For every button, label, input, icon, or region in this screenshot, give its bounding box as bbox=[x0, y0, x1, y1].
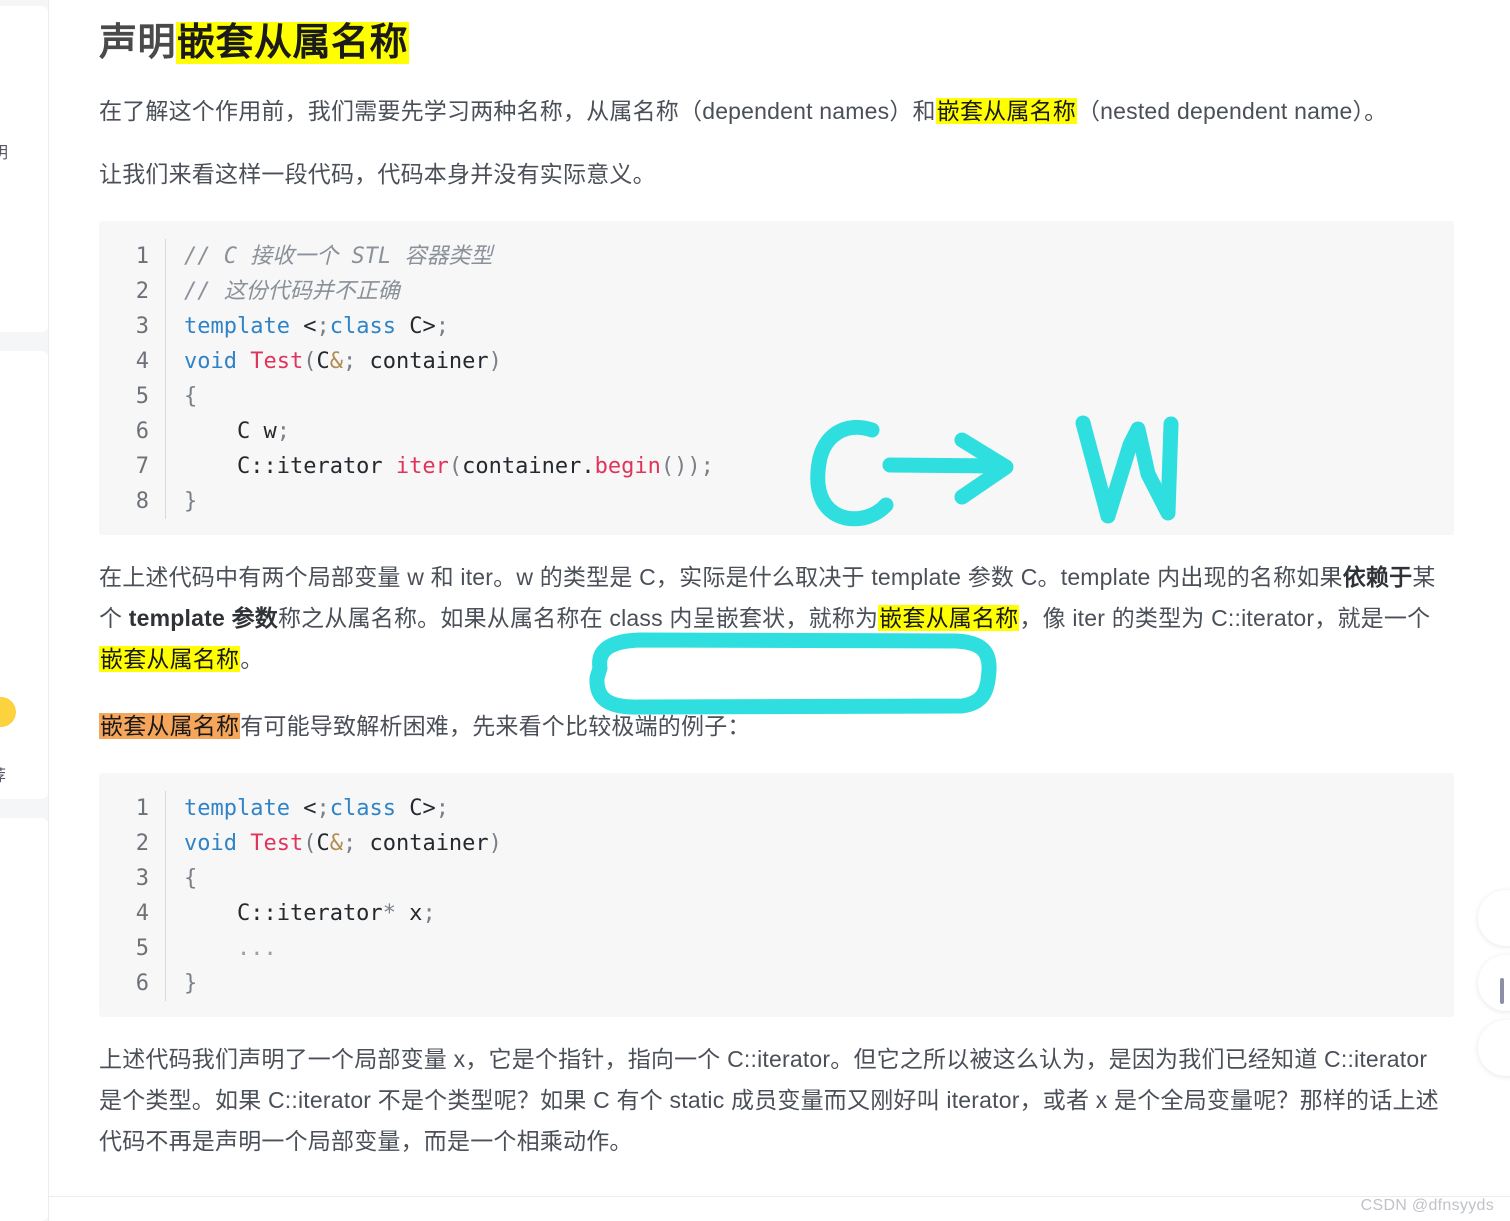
sidebar-card-bottom[interactable] bbox=[0, 818, 49, 1221]
code-line-number: 2 bbox=[135, 279, 149, 305]
paragraph-lead-in: 让我们来看这样一段代码，代码本身并没有实际意义。 bbox=[99, 161, 656, 188]
code-line: 6} bbox=[99, 966, 1454, 1002]
code-line-number: 8 bbox=[135, 489, 149, 515]
watermark-label: CSDN @dfnsyyds bbox=[1360, 1197, 1494, 1214]
code-line: 1 template <;class C>; bbox=[99, 791, 1454, 827]
code-line: 2 // 这份代码并不正确 bbox=[99, 274, 1454, 310]
code-line-number: 3 bbox=[135, 866, 149, 892]
paragraph-intro: 在了解这个作用前，我们需要先学习两种名称，从属名称（dependent name… bbox=[99, 69, 1454, 132]
paragraph-explanation-bold-2: template 参数 bbox=[128, 605, 278, 632]
sidebar-clipped-label-2[interactable]: 荐 bbox=[0, 762, 6, 786]
article-container: 声明嵌套从属名称 在了解这个作用前，我们需要先学习两种名称，从属名称（depen… bbox=[49, 0, 1510, 1221]
code-line-number: 4 bbox=[135, 349, 149, 375]
paragraph-explanation-part-4: ，像 iter 的类型为 C::iterator，就是一个 bbox=[1019, 605, 1431, 632]
code-line-number: 3 bbox=[135, 314, 149, 340]
code-line-content: } bbox=[165, 484, 1454, 520]
code-line: 8} bbox=[99, 484, 1454, 520]
paragraph-intro-part-1: 在了解这个作用前，我们需要先学习两种名称，从属名称（dependent name… bbox=[99, 98, 936, 125]
paragraph-explanation-part-1: 在上述代码中有两个局部变量 w 和 iter。w 的类型是 C，实际是什么取决于… bbox=[99, 564, 1343, 591]
code-block-second[interactable]: 1 template <;class C>; 2 void Test(C&; cont… bbox=[99, 773, 1454, 1018]
code-line: 5{ bbox=[99, 379, 1454, 415]
paragraph-intro-highlight: 嵌套从属名称 bbox=[935, 98, 1077, 125]
code-line: 4 C::iterator* x; bbox=[99, 896, 1454, 932]
paragraph-example-part-1: 有可能导致解析困难，先来看个比较极端的例子： bbox=[240, 713, 751, 740]
left-sidebar-rail: 明 荐 bbox=[0, 0, 49, 1221]
code-line-content: C::iterator iter(container.begin()); bbox=[165, 449, 1454, 485]
page-title-highlight: 嵌套从属名称 bbox=[176, 22, 410, 64]
code-line-number: 6 bbox=[135, 419, 149, 445]
code-line-number: 7 bbox=[135, 454, 149, 480]
code-line-content: void Test(C&; container) bbox=[165, 826, 1454, 862]
code-line-number: 4 bbox=[135, 901, 149, 927]
sidebar-clipped-label-1[interactable]: 明 bbox=[0, 139, 8, 163]
floating-scroll-indicator[interactable] bbox=[1500, 978, 1504, 1004]
paragraph-intro-part-2: （nested dependent name）。 bbox=[1076, 98, 1388, 125]
sidebar-card-top[interactable] bbox=[0, 6, 49, 332]
code-line-content: ... bbox=[165, 931, 1454, 967]
code-line: 3 template <;class C>; bbox=[99, 309, 1454, 345]
code-line: 7 C::iterator iter(container.begin()); bbox=[99, 449, 1454, 485]
paragraph-explanation-part-3: 称之从属名称。如果从属名称在 class 内呈嵌套状，就称为 bbox=[277, 605, 879, 632]
code-line: 3{ bbox=[99, 861, 1454, 897]
code-line-content: template <;class C>; bbox=[165, 309, 1454, 345]
paragraph-explanation-bold-1: 依赖于 bbox=[1342, 564, 1413, 591]
code-block-first[interactable]: 1 // C 接收一个 STL 容器类型 2 // 这份代码并不正确 3 template… bbox=[99, 221, 1454, 536]
code-line: 5 ... bbox=[99, 931, 1454, 967]
code-line: 1 // C 接收一个 STL 容器类型 bbox=[99, 239, 1454, 275]
paragraph-example-highlight: 嵌套从属名称 bbox=[99, 713, 241, 740]
code-line-content: } bbox=[165, 966, 1454, 1002]
code-line-content: // C 接收一个 STL 容器类型 bbox=[165, 239, 1454, 275]
paragraph-explanation: 在上述代码中有两个局部变量 w 和 iter。w 的类型是 C，实际是什么取决于… bbox=[99, 535, 1454, 680]
code-line-content: template <;class C>; bbox=[165, 791, 1454, 827]
code-line-number: 1 bbox=[135, 244, 149, 270]
code-line-content: C::iterator* x; bbox=[165, 896, 1454, 932]
code-line-number: 5 bbox=[135, 936, 149, 962]
paragraph-explanation-highlight-1: 嵌套从属名称 bbox=[878, 605, 1020, 632]
code-line-content: { bbox=[165, 379, 1454, 415]
code-line: 4 void Test(C&; container) bbox=[99, 344, 1454, 380]
code-line-number: 6 bbox=[135, 971, 149, 997]
code-line-number: 5 bbox=[135, 384, 149, 410]
code-line: 2 void Test(C&; container) bbox=[99, 826, 1454, 862]
code-line-content: C w; bbox=[165, 414, 1454, 450]
paragraph-explanation-part-5: 。 bbox=[240, 646, 264, 673]
paragraph-conclusion: 上述代码我们声明了一个局部变量 x，它是个指针，指向一个 C::iterator… bbox=[99, 1046, 1439, 1155]
code-line-content: void Test(C&; container) bbox=[165, 344, 1454, 380]
paragraph-example-intro: 嵌套从属名称有可能导致解析困难，先来看个比较极端的例子： bbox=[99, 680, 1454, 747]
code-line: 6 C w; bbox=[99, 414, 1454, 450]
page-title: 声明嵌套从属名称 bbox=[99, 0, 1454, 69]
code-line-content: // 这份代码并不正确 bbox=[165, 274, 1454, 310]
footer-divider bbox=[49, 1196, 1510, 1197]
sidebar-card-middle[interactable] bbox=[0, 351, 49, 799]
code-line-number: 2 bbox=[135, 831, 149, 857]
page-title-prefix: 声明 bbox=[99, 22, 177, 64]
code-line-content: { bbox=[165, 861, 1454, 897]
code-line-number: 1 bbox=[135, 796, 149, 822]
paragraph-explanation-highlight-2: 嵌套从属名称 bbox=[99, 646, 241, 673]
